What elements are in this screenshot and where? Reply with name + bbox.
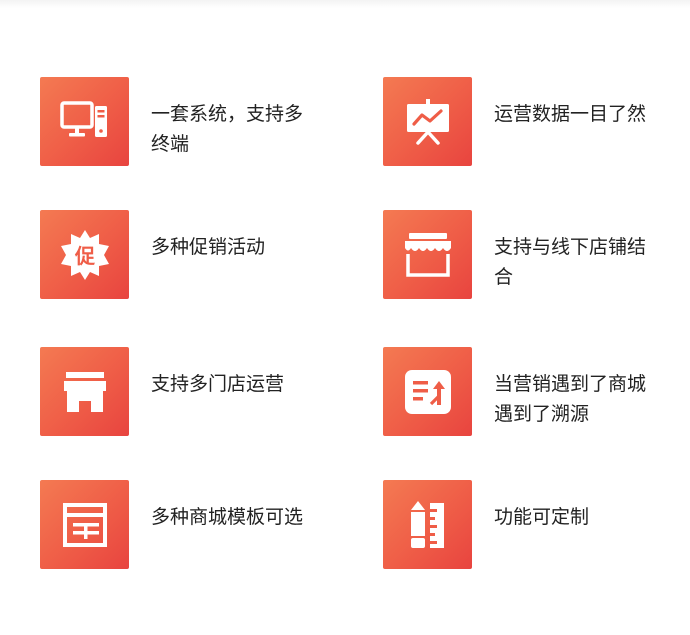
feature-label: 运营数据一目了然 xyxy=(494,103,647,125)
feature-icon-tile xyxy=(40,347,129,436)
feature-item-offline-store: 支持与线下店铺结合 xyxy=(383,210,683,302)
svg-text:促: 促 xyxy=(74,244,96,268)
feature-icon-tile: 促 xyxy=(40,210,129,299)
feature-icon-tile xyxy=(40,77,129,166)
feature-label: 支持多门店运营 xyxy=(151,373,285,395)
feature-item-templates: 多种商城模板可选 xyxy=(40,480,340,572)
list-upload-icon xyxy=(404,369,452,415)
presentation-chart-icon xyxy=(403,98,453,146)
feature-icon-tile xyxy=(383,480,472,569)
feature-label: 一套系统，支持多终端 xyxy=(151,103,304,155)
pencil-ruler-icon xyxy=(408,500,448,550)
feature-icon-tile xyxy=(383,210,472,299)
promotion-badge-icon: 促 xyxy=(59,229,111,281)
computer-icon xyxy=(59,100,110,144)
store-icon xyxy=(62,371,108,413)
feature-icon-tile xyxy=(40,480,129,569)
feature-icon-tile xyxy=(383,77,472,166)
feature-label: 多种促销活动 xyxy=(151,236,266,258)
feature-label: 支持与线下店铺结合 xyxy=(494,236,647,288)
feature-icon-tile xyxy=(383,347,472,436)
feature-item-promotions: 促 多种促销活动 xyxy=(40,210,340,302)
feature-item-operation-data: 运营数据一目了然 xyxy=(383,77,683,169)
feature-item-customizable: 功能可定制 xyxy=(383,480,683,572)
feature-label: 多种商城模板可选 xyxy=(151,506,304,528)
feature-item-marketing-traceability: 当营销遇到了商城遇到了溯源 xyxy=(383,347,683,439)
storefront-awning-icon xyxy=(403,232,453,278)
feature-label: 功能可定制 xyxy=(494,506,590,528)
template-layout-icon xyxy=(62,502,108,548)
top-divider xyxy=(0,0,690,8)
feature-item-multi-store: 支持多门店运营 xyxy=(40,347,340,439)
feature-label: 当营销遇到了商城遇到了溯源 xyxy=(494,373,647,425)
feature-item-multi-terminal: 一套系统，支持多终端 xyxy=(40,77,340,169)
